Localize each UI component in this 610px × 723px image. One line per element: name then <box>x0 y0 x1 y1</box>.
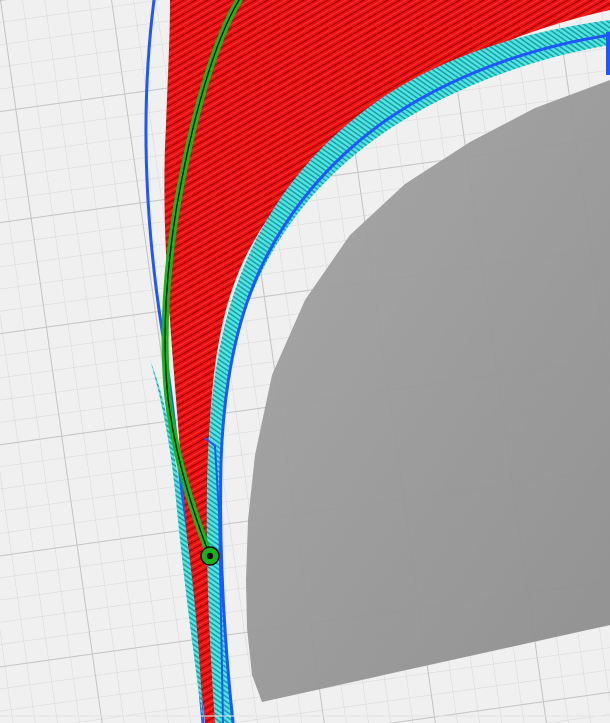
toolpath-canvas[interactable] <box>0 0 610 723</box>
travel-endpoint-center <box>206 552 214 560</box>
right-edge-perimeter <box>606 32 610 75</box>
slicer-preview-viewport[interactable]: 3d-print-slicer-toolpath-preview <box>0 0 610 723</box>
